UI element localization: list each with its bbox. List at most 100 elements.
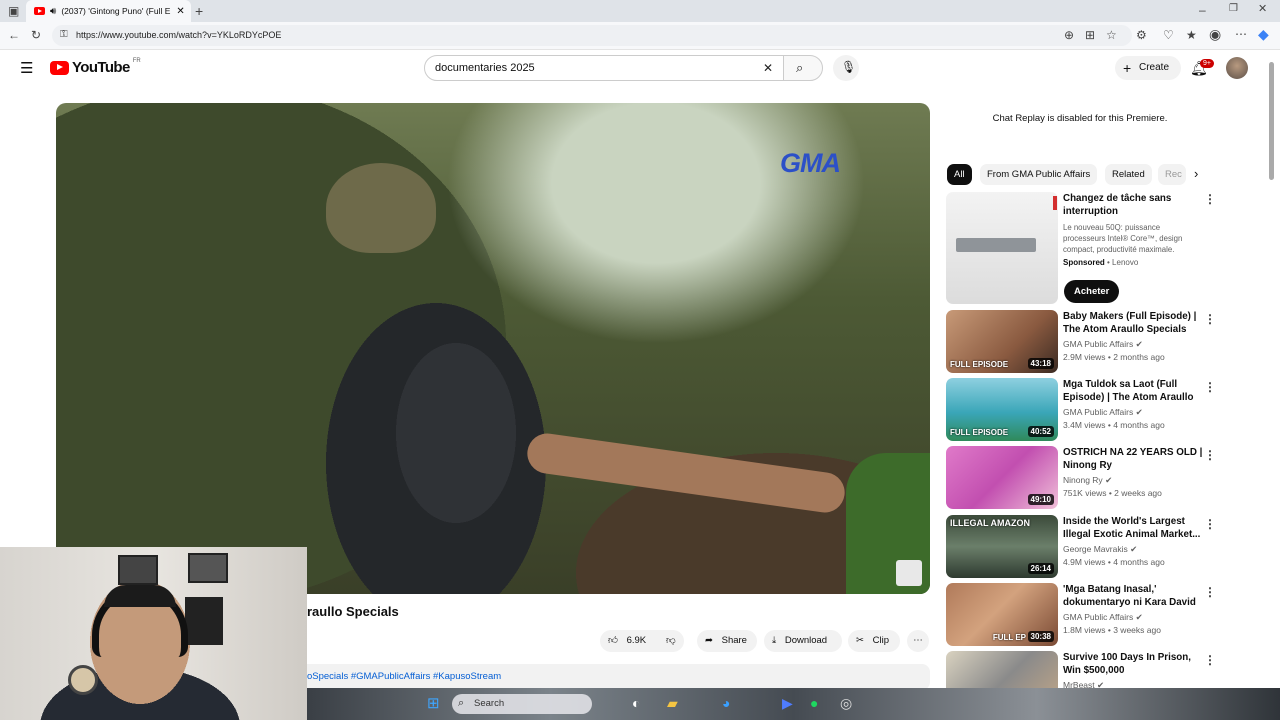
maximize-icon[interactable]: ❐ xyxy=(1229,4,1238,14)
region-code: FR xyxy=(132,57,141,64)
video-thumbnail[interactable]: ILLEGAL AMAZON 26:14 xyxy=(946,515,1058,578)
extensions-icon[interactable]: ⚙ xyxy=(1136,29,1147,41)
video-title[interactable]: Inside the World's Largest Illegal Exoti… xyxy=(1063,515,1203,541)
video-meta: 3.4M views • 4 months ago xyxy=(1063,420,1165,430)
clear-search-icon[interactable]: ✕ xyxy=(763,62,773,74)
favorites-icon[interactable]: ★ xyxy=(1186,29,1197,41)
search-input[interactable]: documentaries 2025 ✕ xyxy=(424,55,784,81)
more-vertical-icon[interactable]: ⋮ xyxy=(1204,312,1216,326)
create-button[interactable]: + Create xyxy=(1115,56,1181,80)
list-item[interactable]: FULL EPISODE 43:18 Baby Makers (Full Epi… xyxy=(946,310,1216,373)
channel-name: Ninong Ry xyxy=(1063,475,1103,485)
copilot-icon[interactable]: ◆ xyxy=(1258,27,1269,41)
video-title[interactable]: 'Mga Batang Inasal,' dokumentaryo ni Kar… xyxy=(1063,583,1203,610)
more-actions-button[interactable]: ⋯ xyxy=(907,630,929,652)
settings-more-icon[interactable]: ⋯ xyxy=(1235,28,1247,40)
more-vertical-icon[interactable]: ⋮ xyxy=(1204,653,1216,667)
site-info-icon[interactable]: ⚿ xyxy=(60,30,68,40)
channel-line[interactable]: GMA Public Affairs ✔ xyxy=(1063,407,1143,418)
tab-close-icon[interactable]: ✕ xyxy=(176,6,184,17)
channel-line[interactable]: GMA Public Affairs ✔ xyxy=(1063,612,1143,623)
share-button[interactable]: ➦ Share xyxy=(697,630,757,652)
logo-text: YouTube xyxy=(72,59,130,76)
wall-picture-shape xyxy=(188,553,228,583)
chip-all[interactable]: All xyxy=(947,164,972,185)
thumbnail-badge: ILLEGAL AMAZON xyxy=(950,518,1030,528)
more-vertical-icon[interactable]: ⋮ xyxy=(1204,192,1216,206)
list-item[interactable]: FULL EPISODE 40:52 Mga Tuldok sa Laot (F… xyxy=(946,378,1216,441)
new-tab-icon[interactable]: + xyxy=(195,4,203,18)
youtube-logo[interactable]: YouTube FR xyxy=(50,57,141,76)
list-item[interactable]: FULL EP 30:38 'Mga Batang Inasal,' dokum… xyxy=(946,583,1216,646)
tab-actions-icon[interactable]: ▣ xyxy=(8,5,19,17)
clip-button[interactable]: ✂ Clip xyxy=(848,630,900,652)
video-thumbnail[interactable]: 49:10 xyxy=(946,446,1058,509)
description-hashtags[interactable]: oSpecials #GMAPublicAffairs #KapusoStrea… xyxy=(307,671,501,682)
video-meta: 1.8M views • 3 weeks ago xyxy=(1063,625,1161,635)
more-vertical-icon[interactable]: ⋮ xyxy=(1204,517,1216,531)
channel-line[interactable]: George Mavrakis ✔ xyxy=(1063,544,1137,555)
gma-watermark: GMA xyxy=(780,148,841,178)
list-item[interactable]: Survive 100 Days In Prison, Win $500,000… xyxy=(946,651,1216,688)
chip-recent[interactable]: Rec xyxy=(1158,164,1186,185)
avatar[interactable] xyxy=(1226,57,1248,79)
chip-related[interactable]: Related xyxy=(1105,164,1152,185)
video-title[interactable]: Mga Tuldok sa Laot (Full Episode) | The … xyxy=(1063,378,1203,405)
search-button[interactable]: ⌕ xyxy=(783,55,823,81)
search-icon: ⌕ xyxy=(458,697,465,709)
video-title[interactable]: Survive 100 Days In Prison, Win $500,000 xyxy=(1063,651,1203,677)
video-thumbnail[interactable] xyxy=(946,651,1058,688)
channel-line[interactable]: GMA Public Affairs ✔ xyxy=(1063,339,1143,350)
video-thumbnail[interactable]: FULL EPISODE 43:18 xyxy=(946,310,1058,373)
sponsored-ad[interactable]: Changez de tâche sans interruption Le no… xyxy=(946,192,1216,304)
ad-thumbnail[interactable] xyxy=(946,192,1058,304)
speaker-icon[interactable]: 🔊︎ xyxy=(50,6,56,17)
channel-watermark-icon[interactable] xyxy=(896,560,922,586)
more-vertical-icon[interactable]: ⋮ xyxy=(1204,585,1216,599)
download-button[interactable]: ⤓ Download xyxy=(764,630,842,652)
video-meta: 2.9M views • 2 months ago xyxy=(1063,352,1165,362)
like-button[interactable]: 👍︎ 6.9K xyxy=(608,630,646,652)
video-thumbnail[interactable]: FULL EPISODE 40:52 xyxy=(946,378,1058,441)
refresh-icon[interactable]: ↻ xyxy=(31,29,41,41)
vscode-icon[interactable]: ▶ xyxy=(782,696,793,710)
more-vertical-icon[interactable]: ⋮ xyxy=(1204,448,1216,462)
obs-icon[interactable]: ◎ xyxy=(840,696,852,710)
back-icon[interactable]: ← xyxy=(8,29,20,41)
wall-clock-shape xyxy=(68,665,98,695)
profile-icon[interactable]: ◉ xyxy=(1209,27,1221,41)
thumbnail-badge: FULL EP xyxy=(992,633,1026,642)
file-explorer-icon[interactable]: ▰ xyxy=(667,696,678,710)
video-player[interactable]: GMA xyxy=(56,103,930,594)
list-item[interactable]: 49:10 OSTRICH NA 22 YEARS OLD | Ninong R… xyxy=(946,446,1216,509)
taskbar-app-icon[interactable]: ◐ xyxy=(632,696,640,710)
more-vertical-icon[interactable]: ⋮ xyxy=(1204,380,1216,394)
video-title[interactable]: Baby Makers (Full Episode) | The Atom Ar… xyxy=(1063,310,1203,336)
taskbar-search-input[interactable]: ⌕ Search xyxy=(452,694,592,714)
window-close-icon[interactable]: ✕ xyxy=(1258,4,1267,15)
browser-essentials-icon[interactable]: ♡ xyxy=(1163,29,1174,41)
apps-icon[interactable]: ⊞ xyxy=(1085,29,1095,41)
minimize-icon[interactable]: – xyxy=(1199,4,1206,16)
ad-cta-button[interactable]: Acheter xyxy=(1064,280,1120,303)
page-scrollbar[interactable] xyxy=(1269,62,1274,180)
translate-icon[interactable]: ⊕ xyxy=(1064,29,1074,41)
video-title[interactable]: OSTRICH NA 22 YEARS OLD | Ninong Ry xyxy=(1063,446,1203,472)
duration-badge: 26:14 xyxy=(1027,563,1054,574)
chevron-right-icon[interactable]: › xyxy=(1194,167,1198,180)
ad-title[interactable]: Changez de tâche sans interruption xyxy=(1063,192,1203,218)
spotify-icon[interactable]: ● xyxy=(810,696,818,710)
video-thumbnail[interactable]: FULL EP 30:38 xyxy=(946,583,1058,646)
browser-tab[interactable]: 🔊︎ (2037) 'Gintong Puno' (Full E ✕ xyxy=(26,0,191,22)
dislike-button[interactable]: 👎︎ xyxy=(666,630,676,652)
channel-line[interactable]: MrBeast ✔ xyxy=(1063,680,1104,688)
url-field[interactable]: ⚿ https://www.youtube.com/watch?v=YKLoRD… xyxy=(52,25,1132,46)
edge-browser-icon[interactable]: ◕ xyxy=(722,696,730,710)
menu-hamburger-icon[interactable]: ☰ xyxy=(20,61,33,76)
favorite-star-icon[interactable]: ☆ xyxy=(1106,29,1117,41)
list-item[interactable]: ILLEGAL AMAZON 26:14 Inside the World's … xyxy=(946,515,1216,578)
voice-search-button[interactable]: 🎙︎ xyxy=(833,55,859,81)
chip-from-gma[interactable]: From GMA Public Affairs xyxy=(980,164,1098,185)
channel-line[interactable]: Ninong Ry ✔ xyxy=(1063,475,1112,486)
windows-start-icon[interactable]: ⊞ xyxy=(427,696,440,711)
